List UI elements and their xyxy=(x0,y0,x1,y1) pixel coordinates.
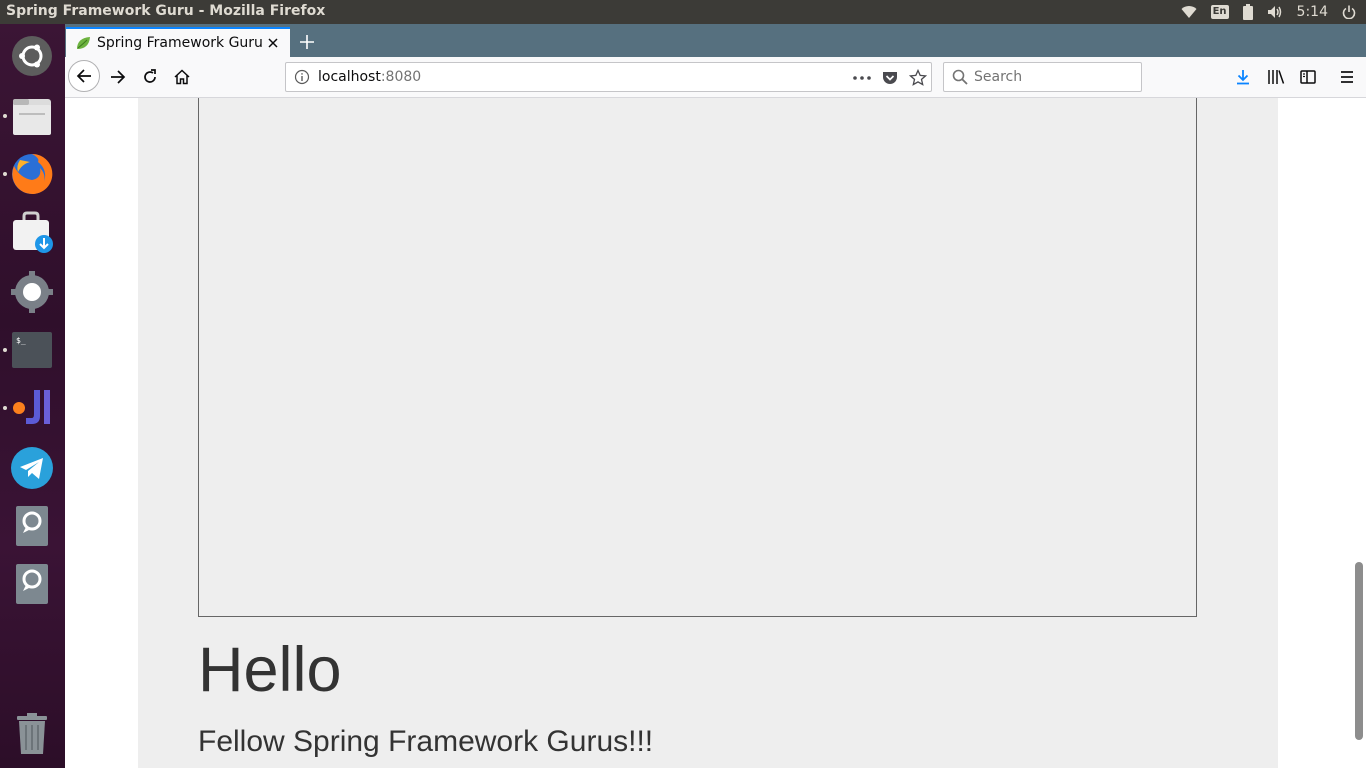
keyboard-layout-label: En xyxy=(1210,5,1229,19)
sidebar-toggle-button[interactable] xyxy=(1294,63,1322,91)
files-icon[interactable] xyxy=(10,94,54,138)
tab-spring-framework-guru[interactable]: Spring Framework Guru xyxy=(66,27,290,57)
download-icon xyxy=(1237,70,1249,85)
launcher-indicator xyxy=(3,114,7,118)
back-arrow-icon xyxy=(76,69,91,83)
page-viewport: Hello Fellow Spring Framework Gurus!!! xyxy=(65,98,1366,768)
window-title: Spring Framework Guru - Mozilla Firefox xyxy=(6,3,326,19)
spring-leaf-icon xyxy=(75,35,91,51)
menu-button[interactable] xyxy=(1333,63,1361,91)
plus-icon xyxy=(300,35,314,49)
drive-icon[interactable] xyxy=(10,504,54,548)
library-icon xyxy=(1268,70,1285,84)
page-subheading: Fellow Spring Framework Gurus!!! xyxy=(198,725,654,758)
top-panel: Spring Framework Guru - Mozilla Firefox … xyxy=(0,0,1366,24)
drive-icon[interactable] xyxy=(10,562,54,606)
forward-button[interactable] xyxy=(103,62,133,92)
home-icon xyxy=(174,69,190,85)
tab-bar: Spring Framework Guru xyxy=(65,24,1366,57)
launcher-indicator xyxy=(3,172,7,176)
bookmark-star-icon[interactable] xyxy=(908,68,928,88)
close-tab-icon[interactable] xyxy=(264,34,282,52)
sidebar-icon xyxy=(1300,70,1316,84)
url-text: localhost:8080 xyxy=(318,69,421,85)
url-host: localhost xyxy=(318,69,381,85)
reload-icon xyxy=(144,69,156,83)
settings-icon[interactable] xyxy=(10,270,54,314)
launcher: $_ xyxy=(0,24,65,768)
image-placeholder xyxy=(198,98,1197,617)
keyboard-layout-icon[interactable]: En xyxy=(1210,0,1229,24)
navigation-toolbar: localhost:8080 xyxy=(65,57,1366,98)
home-button[interactable] xyxy=(167,62,197,92)
software-center-icon[interactable] xyxy=(10,210,54,254)
launcher-indicator xyxy=(3,348,7,352)
telegram-icon[interactable] xyxy=(10,446,54,490)
battery-icon[interactable] xyxy=(1242,0,1253,24)
system-tray: En 5:14 xyxy=(1167,0,1366,24)
firefox-icon[interactable] xyxy=(10,152,54,196)
downloads-button[interactable] xyxy=(1229,63,1257,91)
site-info-icon[interactable] xyxy=(294,69,310,89)
forward-arrow-icon xyxy=(111,70,126,84)
search-input[interactable] xyxy=(974,67,1134,87)
trash-icon[interactable] xyxy=(10,712,54,756)
pocket-icon[interactable] xyxy=(880,68,900,88)
reload-button[interactable] xyxy=(135,62,165,92)
svg-text:$_: $_ xyxy=(16,336,26,345)
new-tab-button[interactable] xyxy=(293,28,321,56)
wifi-icon[interactable] xyxy=(1181,0,1197,24)
back-button[interactable] xyxy=(68,60,100,92)
terminal-icon[interactable]: $_ xyxy=(10,328,54,372)
url-bar[interactable]: localhost:8080 xyxy=(285,62,932,92)
url-port: :8080 xyxy=(380,69,422,85)
power-icon[interactable] xyxy=(1342,0,1356,24)
scrollbar[interactable] xyxy=(1352,98,1366,768)
ubuntu-dash-icon[interactable] xyxy=(10,34,54,78)
search-bar[interactable] xyxy=(943,62,1142,92)
intellij-icon[interactable] xyxy=(10,386,54,430)
page-actions-icon[interactable] xyxy=(852,68,872,88)
scrollbar-thumb[interactable] xyxy=(1355,562,1363,740)
page-heading: Hello xyxy=(198,635,342,705)
volume-icon[interactable] xyxy=(1267,0,1283,24)
clock[interactable]: 5:14 xyxy=(1297,0,1328,24)
search-icon xyxy=(952,69,968,89)
library-button[interactable] xyxy=(1262,63,1290,91)
launcher-indicator xyxy=(3,406,7,410)
hamburger-menu-icon xyxy=(1341,71,1353,83)
tab-title: Spring Framework Guru xyxy=(97,35,263,51)
